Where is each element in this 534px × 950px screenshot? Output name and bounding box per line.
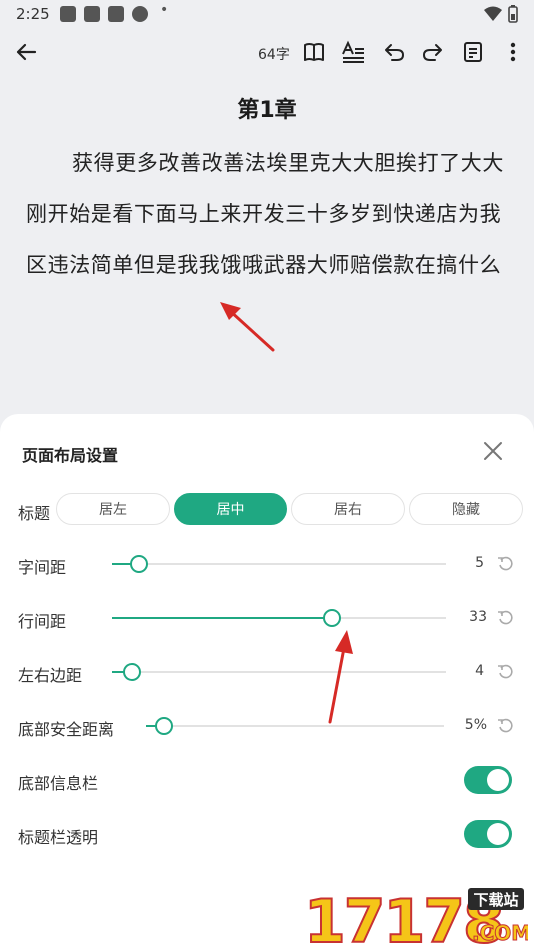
bottom-safe-value: 5% <box>464 717 487 733</box>
site-watermark: 17178 下载站 .COM <box>303 886 528 948</box>
annotation-arrow <box>328 630 353 724</box>
toggle-knob <box>487 769 509 791</box>
reset-icon[interactable] <box>497 609 515 627</box>
status-time: 2:25 <box>16 5 50 23</box>
title-bar-transparent-label: 标题栏透明 <box>18 828 99 847</box>
watermark-suffix: .COM <box>472 921 528 945</box>
notification-icon <box>84 6 100 22</box>
notification-icon <box>108 6 124 22</box>
option-right[interactable]: 居右 <box>291 493 405 525</box>
bottom-info-bar-label: 底部信息栏 <box>18 774 99 793</box>
chapter-body[interactable]: 获得更多改善改善法埃里克大大胆挨打了大大刚开始是看下面马上来开发三十多岁到快递店… <box>26 138 510 291</box>
text-format-icon[interactable] <box>339 38 367 66</box>
slider-track[interactable] <box>146 725 444 727</box>
slider-track[interactable] <box>112 671 446 673</box>
word-count: 64字 <box>258 47 290 63</box>
slider-thumb[interactable] <box>123 663 142 681</box>
side-margin-label: 左右边距 <box>18 666 83 685</box>
status-right <box>484 5 518 23</box>
title-bar-transparent-toggle[interactable] <box>464 820 512 848</box>
undo-icon[interactable] <box>380 38 408 66</box>
slider-thumb[interactable] <box>154 717 173 735</box>
chapter-title: 第1章 <box>237 98 297 123</box>
redo-icon[interactable] <box>419 38 447 66</box>
option-center[interactable]: 居中 <box>174 493 287 525</box>
more-vert-icon[interactable] <box>499 38 527 66</box>
reset-icon[interactable] <box>497 717 515 735</box>
slider-fill <box>112 617 333 619</box>
bottom-safe-label: 底部安全距离 <box>18 720 115 739</box>
arrow-left-icon[interactable] <box>12 38 40 66</box>
title-align-label: 标题 <box>18 504 51 523</box>
battery-icon <box>508 5 518 23</box>
notification-icon <box>60 6 76 22</box>
status-dot: • <box>160 2 169 18</box>
status-bar: 2:25 • <box>0 0 534 30</box>
aperture-icon <box>132 6 148 22</box>
note-icon[interactable] <box>459 38 487 66</box>
letter-spacing-value: 5 <box>475 555 484 571</box>
book-icon[interactable] <box>300 38 328 66</box>
watermark-badge: 下载站 <box>473 891 518 909</box>
close-icon <box>484 442 502 460</box>
close-button[interactable] <box>480 438 506 464</box>
slider-track[interactable] <box>112 563 446 565</box>
letter-spacing-label: 字间距 <box>18 558 67 577</box>
reset-icon[interactable] <box>497 663 515 681</box>
toggle-knob <box>487 823 509 845</box>
option-hidden[interactable]: 隐藏 <box>409 493 523 525</box>
slider-thumb[interactable] <box>129 555 148 573</box>
top-toolbar: 64字 <box>0 32 534 74</box>
slider-thumb[interactable] <box>323 609 342 627</box>
reset-icon[interactable] <box>497 555 515 573</box>
side-margin-value: 4 <box>475 663 484 679</box>
option-left[interactable]: 居左 <box>56 493 170 525</box>
line-spacing-value: 33 <box>469 609 487 625</box>
bottom-info-bar-toggle[interactable] <box>464 766 512 794</box>
annotation-arrow <box>220 302 275 352</box>
wifi-icon <box>484 6 502 21</box>
sheet-title: 页面布局设置 <box>22 446 119 465</box>
layout-settings-sheet: 页面布局设置 标题 居左 居中 居右 隐藏 字间距 5 行间距 33 左右边距 … <box>0 414 534 950</box>
line-spacing-label: 行间距 <box>18 612 67 631</box>
